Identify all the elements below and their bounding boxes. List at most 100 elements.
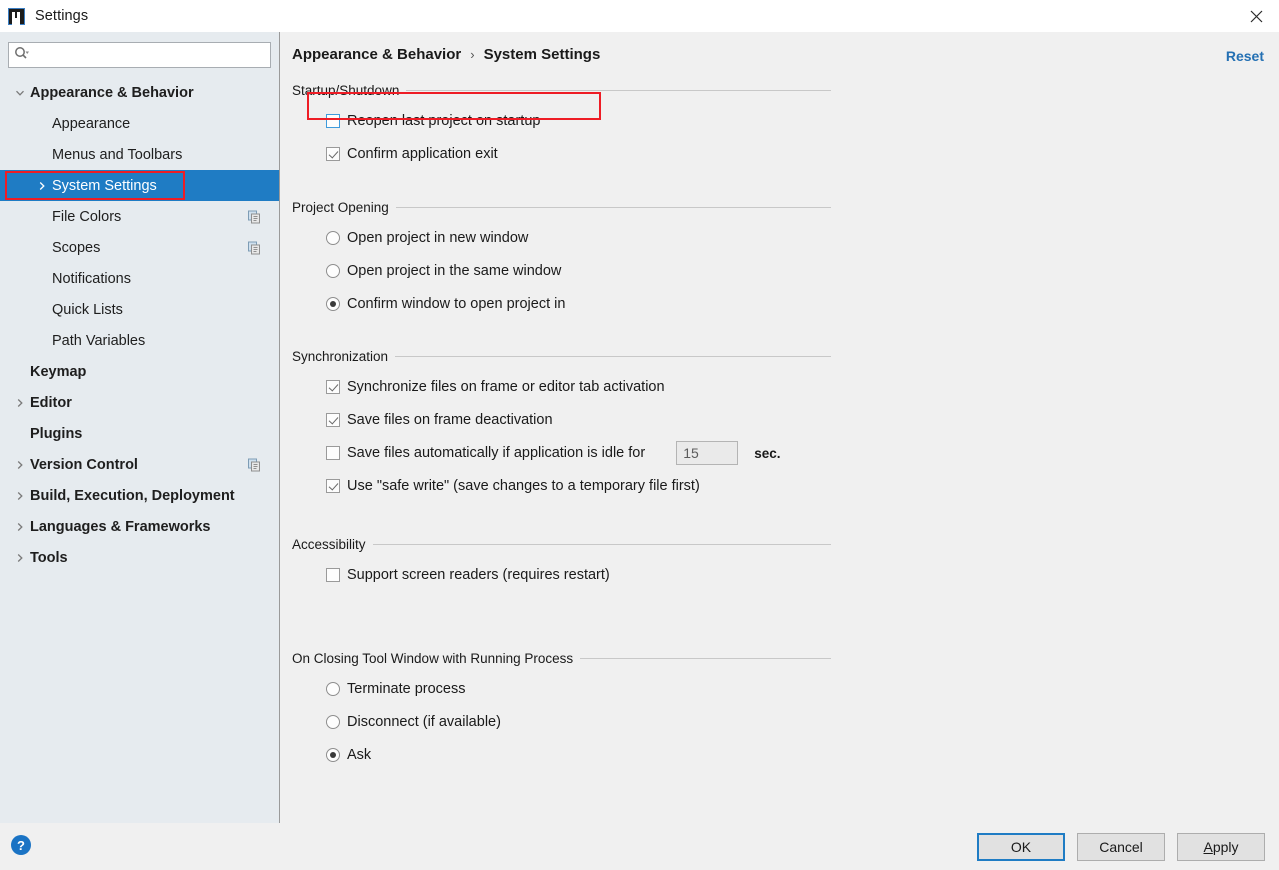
option-open-project-in-the-same-window[interactable]: Open project in the same window: [326, 260, 831, 282]
sidebar-item-label: Build, Execution, Deployment: [30, 488, 235, 504]
copy-settings-icon[interactable]: [248, 241, 261, 254]
ok-button[interactable]: OK: [977, 833, 1065, 861]
breadcrumb-current: System Settings: [484, 46, 601, 63]
sidebar-item-label: File Colors: [52, 209, 121, 225]
help-icon[interactable]: ?: [11, 835, 31, 855]
sidebar-item-languages-frameworks[interactable]: Languages & Frameworks: [0, 511, 279, 542]
radio-terminate-process[interactable]: [326, 682, 340, 696]
option-save-files-on-frame-deactivation[interactable]: Save files on frame deactivation: [326, 409, 831, 431]
sidebar-item-build-execution-deployment[interactable]: Build, Execution, Deployment: [0, 480, 279, 511]
option-save-files-automatically-if-application-is-idl[interactable]: Save files automatically if application …: [326, 442, 831, 464]
radio-open-project-in-the-same-window[interactable]: [326, 264, 340, 278]
breadcrumb-parent[interactable]: Appearance & Behavior: [292, 46, 461, 63]
sidebar-item-label: System Settings: [52, 178, 157, 194]
search-input[interactable]: [33, 47, 258, 64]
section-header: On Closing Tool Window with Running Proc…: [292, 650, 831, 666]
chevron-right-icon[interactable]: [14, 521, 26, 533]
sidebar-item-label: Languages & Frameworks: [30, 519, 211, 535]
sidebar-item-version-control[interactable]: Version Control: [0, 449, 279, 480]
chevron-right-icon[interactable]: [14, 397, 26, 409]
chevron-right-icon: ›: [470, 47, 474, 62]
sidebar-item-label: Path Variables: [52, 333, 145, 349]
section-title: Project Opening: [292, 200, 396, 215]
checkbox-confirm-application-exit[interactable]: [326, 147, 340, 161]
option-confirm-window-to-open-project-in[interactable]: Confirm window to open project in: [326, 293, 831, 315]
radio-disconnect-if-available[interactable]: [326, 715, 340, 729]
checkbox-save-files-automatically-if-application-is-idl[interactable]: [326, 446, 340, 460]
sidebar-item-file-colors[interactable]: File Colors: [0, 201, 279, 232]
option-disconnect-if-available[interactable]: Disconnect (if available): [326, 711, 831, 733]
sidebar-item-keymap[interactable]: Keymap: [0, 356, 279, 387]
copy-settings-icon[interactable]: [248, 210, 261, 223]
checkbox-use-safe-write-save-changes-to-a-temporary-fil[interactable]: [326, 479, 340, 493]
option-label: Save files on frame deactivation: [347, 412, 553, 428]
settings-dialog: Settings Appearance & BehaviorAppearance…: [0, 0, 1279, 870]
checkbox-save-files-on-frame-deactivation[interactable]: [326, 413, 340, 427]
search-icon: [14, 46, 30, 65]
chevron-right-icon[interactable]: [14, 552, 26, 564]
sidebar-item-label: Scopes: [52, 240, 100, 256]
section-options: Support screen readers (requires restart…: [292, 564, 831, 586]
sidebar-item-plugins[interactable]: Plugins: [0, 418, 279, 449]
option-reopen-last-project-on-startup[interactable]: Reopen last project on startup: [326, 110, 831, 132]
sidebar-item-path-variables[interactable]: Path Variables: [0, 325, 279, 356]
section-header: Project Opening: [292, 199, 831, 215]
sidebar-item-scopes[interactable]: Scopes: [0, 232, 279, 263]
chevron-down-icon[interactable]: [14, 87, 26, 99]
settings-tree: Appearance & BehaviorAppearance Menus and…: [0, 77, 279, 573]
option-use-safe-write-save-changes-to-a-temporary-fil[interactable]: Use "safe write" (save changes to a temp…: [326, 475, 831, 497]
chevron-right-icon[interactable]: [36, 180, 48, 192]
option-synchronize-files-on-frame-or-editor-tab-activ[interactable]: Synchronize files on frame or editor tab…: [326, 376, 831, 398]
settings-content: Appearance & Behavior › System Settings …: [281, 32, 1279, 823]
checkbox-support-screen-readers-requires-restart[interactable]: [326, 568, 340, 582]
apply-button[interactable]: Apply: [1177, 833, 1265, 861]
option-terminate-process[interactable]: Terminate process: [326, 678, 831, 700]
dialog-footer: ? OK Cancel Apply: [0, 823, 1279, 870]
section-header: Synchronization: [292, 348, 831, 364]
option-label: Open project in the same window: [347, 263, 561, 279]
sidebar-item-label: Keymap: [30, 364, 86, 380]
section-options: Synchronize files on frame or editor tab…: [292, 376, 831, 497]
option-label: Open project in new window: [347, 230, 528, 246]
sidebar-item-appearance-behavior[interactable]: Appearance & Behavior: [0, 77, 279, 108]
chevron-right-icon[interactable]: [14, 490, 26, 502]
cancel-button[interactable]: Cancel: [1077, 833, 1165, 861]
sidebar-item-editor[interactable]: Editor: [0, 387, 279, 418]
option-label: Reopen last project on startup: [347, 113, 540, 129]
checkbox-reopen-last-project-on-startup[interactable]: [326, 114, 340, 128]
copy-settings-icon[interactable]: [248, 458, 261, 471]
breadcrumb: Appearance & Behavior › System Settings: [292, 46, 600, 63]
title-bar: Settings: [0, 0, 1279, 32]
section-divider: [396, 207, 831, 208]
sidebar-item-menus-and-toolbars[interactable]: Menus and Toolbars: [0, 139, 279, 170]
option-confirm-application-exit[interactable]: Confirm application exit: [326, 143, 831, 165]
sidebar-item-label: Menus and Toolbars: [52, 147, 182, 163]
sidebar-item-label: Notifications: [52, 271, 131, 287]
option-label: Confirm window to open project in: [347, 296, 565, 312]
radio-confirm-window-to-open-project-in[interactable]: [326, 297, 340, 311]
close-icon[interactable]: [1233, 0, 1279, 32]
section-on-closing-tool-window-with-running-process: On Closing Tool Window with Running Proc…: [292, 650, 831, 766]
sidebar-item-label: Plugins: [30, 426, 82, 442]
section-options: Reopen last project on startup Confirm ap…: [292, 110, 831, 165]
sidebar-item-appearance[interactable]: Appearance: [0, 108, 279, 139]
section-options: Open project in new window Open project i…: [292, 227, 831, 315]
sidebar-item-notifications[interactable]: Notifications: [0, 263, 279, 294]
section-synchronization: Synchronization Synchronize files on fram…: [292, 348, 831, 497]
idle-seconds-input[interactable]: [676, 441, 738, 465]
sidebar-item-system-settings[interactable]: System Settings: [0, 170, 279, 201]
section-startup-shutdown: Startup/ShutdownReopen last project on s…: [292, 82, 831, 165]
option-open-project-in-new-window[interactable]: Open project in new window: [326, 227, 831, 249]
sidebar-item-quick-lists[interactable]: Quick Lists: [0, 294, 279, 325]
option-ask[interactable]: Ask: [326, 744, 831, 766]
option-label: Save files automatically if application …: [347, 445, 645, 461]
radio-ask[interactable]: [326, 748, 340, 762]
chevron-right-icon[interactable]: [14, 459, 26, 471]
option-support-screen-readers-requires-restart[interactable]: Support screen readers (requires restart…: [326, 564, 831, 586]
sidebar-item-label: Version Control: [30, 457, 138, 473]
checkbox-synchronize-files-on-frame-or-editor-tab-activ[interactable]: [326, 380, 340, 394]
sidebar-item-tools[interactable]: Tools: [0, 542, 279, 573]
search-box[interactable]: [8, 42, 271, 68]
radio-open-project-in-new-window[interactable]: [326, 231, 340, 245]
reset-link[interactable]: Reset: [1226, 48, 1264, 64]
